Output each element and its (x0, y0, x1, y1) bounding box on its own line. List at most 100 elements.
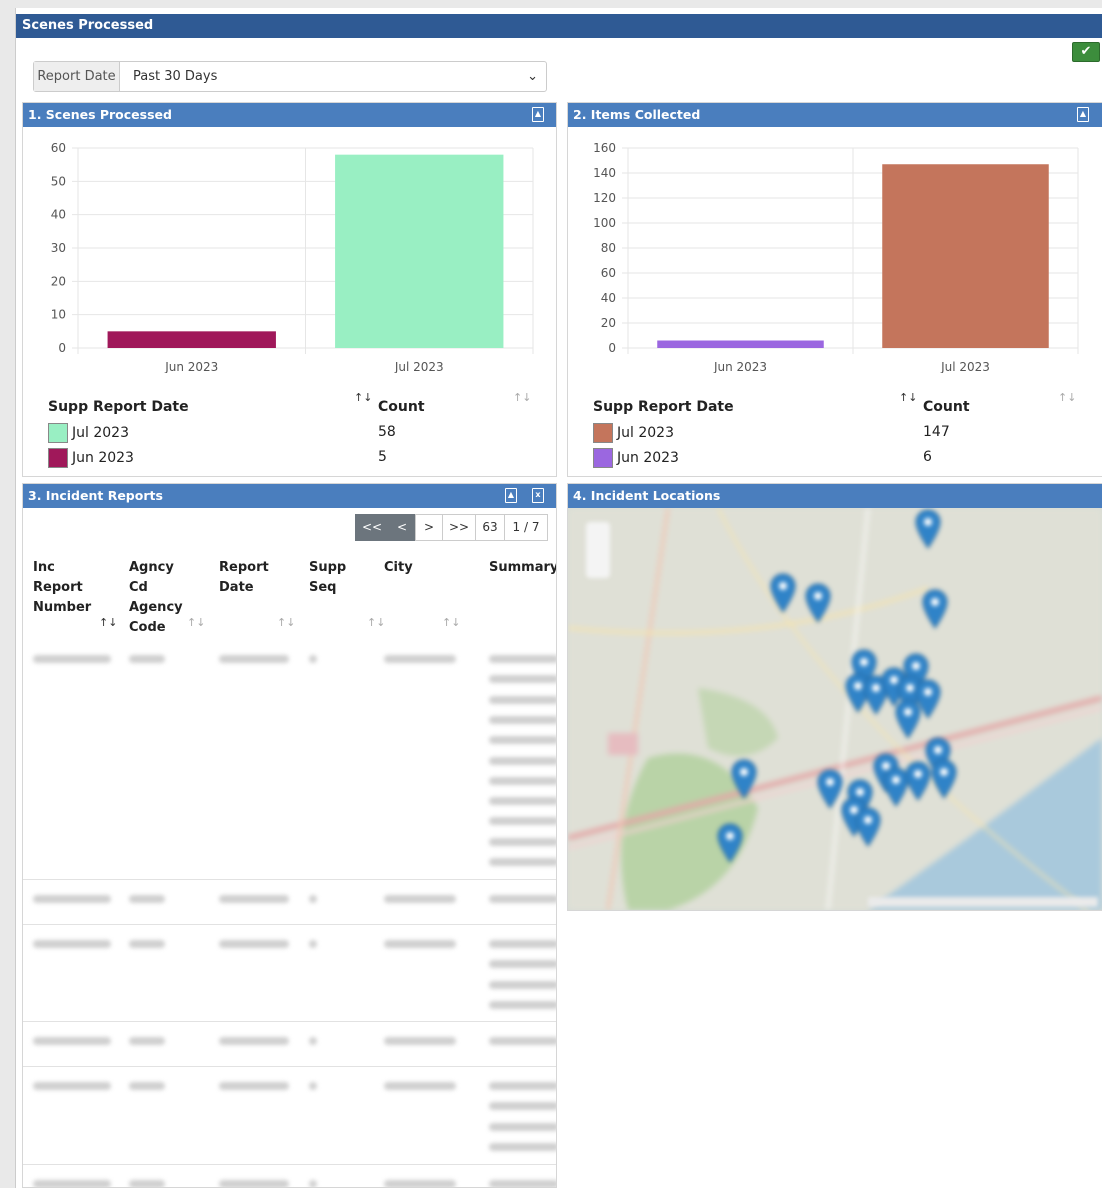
table-row[interactable] (23, 484, 556, 1187)
sort-icon[interactable]: ↑↓ (513, 391, 531, 404)
table-cell (309, 895, 317, 903)
sort-icon[interactable]: ↑↓ (187, 616, 205, 629)
bar-jul-2023[interactable] (882, 164, 1049, 348)
legend-count-header[interactable]: Count (923, 399, 970, 415)
table-cell (489, 980, 556, 989)
pdf-export-icon[interactable]: ▲ (1077, 107, 1089, 122)
incidents-panel-title: 3. Incident Reports (28, 488, 163, 503)
marker-dot (934, 746, 942, 754)
next-page-button[interactable]: > (415, 514, 443, 541)
table-cell (309, 940, 317, 948)
map-marker[interactable] (805, 583, 831, 623)
table-cell (33, 895, 111, 903)
scenes-panel: 1. Scenes Processed ▲ 0 10 20 30 40 50 60 Jun 2… (22, 102, 557, 477)
pagination: << < > >> 63 1 / 7 (355, 514, 548, 541)
report-date-filter[interactable]: Report Date Past 30 Days ⌄ (33, 61, 547, 92)
bar-jul-2023[interactable] (335, 154, 504, 348)
column-header[interactable]: Summary (489, 558, 556, 578)
table-cell (489, 1037, 556, 1045)
map-marker[interactable] (915, 509, 941, 549)
column-header[interactable]: City (384, 558, 413, 578)
y-tick-label: 120 (593, 191, 616, 205)
table-cell (489, 675, 556, 684)
legend-swatch (593, 423, 613, 443)
column-header[interactable]: Inc Report Number (33, 558, 91, 618)
items-panel-title: 2. Items Collected (573, 107, 701, 122)
confirm-button[interactable]: ✔ (1072, 42, 1100, 62)
report-date-select[interactable]: Past 30 Days ⌄ (120, 62, 546, 91)
sort-icon[interactable]: ↑↓ (1058, 391, 1076, 404)
marker-dot (890, 676, 898, 684)
report-date-value: Past 30 Days (133, 69, 218, 84)
record-count: 63 (475, 514, 505, 541)
table-cell (219, 1037, 289, 1045)
legend-row[interactable]: Jun 2023 5 (48, 448, 548, 470)
table-cell (489, 756, 556, 765)
first-page-button[interactable]: << (355, 514, 389, 541)
marker-dot (906, 684, 914, 692)
column-header[interactable]: Agncy Cd Agency Code (129, 558, 183, 638)
table-cell (489, 695, 556, 704)
y-tick-label: 30 (51, 241, 66, 255)
table-cell (489, 940, 556, 948)
map-marker[interactable] (931, 759, 957, 799)
marker-dot (854, 682, 862, 690)
items-panel-header: 2. Items Collected ▲ (568, 103, 1102, 127)
legend-count-header[interactable]: Count (378, 399, 425, 415)
table-cell (384, 895, 456, 903)
legend-count: 147 (923, 424, 950, 440)
table-cell (489, 1180, 556, 1187)
map-marker[interactable] (731, 759, 757, 799)
sort-icon[interactable]: ↑↓ (367, 616, 385, 629)
scenes-panel-header: 1. Scenes Processed ▲ (23, 103, 556, 127)
items-panel: 2. Items Collected ▲ 0 20 40 60 80 100 120 140 1… (567, 102, 1102, 477)
marker-dot (779, 582, 787, 590)
y-tick-label: 160 (593, 141, 616, 155)
pdf-export-icon[interactable]: ▲ (532, 107, 544, 122)
dashboard: Scenes Processed ✔ Report Date Past 30 D… (15, 8, 1102, 1188)
scenes-legend: Supp Report Date ↑↓ Count ↑↓ Jul 2023 58 J… (48, 367, 548, 477)
marker-dot (726, 832, 734, 840)
map-marker[interactable] (905, 761, 931, 801)
legend-date-header[interactable]: Supp Report Date (48, 399, 189, 415)
table-cell (309, 1082, 317, 1090)
table-cell (33, 1180, 111, 1187)
column-header[interactable]: Report Date (219, 558, 269, 598)
map-marker[interactable] (770, 573, 796, 613)
map-marker[interactable] (855, 807, 881, 847)
excel-export-icon[interactable]: x (532, 488, 544, 503)
table-cell (33, 1037, 111, 1045)
y-tick-label: 100 (593, 216, 616, 230)
row-divider (23, 1164, 556, 1165)
bar-jun-2023[interactable] (107, 331, 276, 348)
table-cell (33, 1082, 111, 1090)
legend-row[interactable]: Jul 2023 58 (48, 423, 548, 445)
sort-icon[interactable]: ↑↓ (442, 616, 460, 629)
legend-date-header[interactable]: Supp Report Date (593, 399, 734, 415)
sort-icon[interactable]: ↑↓ (277, 616, 295, 629)
map-marker[interactable] (817, 769, 843, 809)
marker-dot (914, 770, 922, 778)
marker-dot (814, 592, 822, 600)
sort-icon[interactable]: ↑↓ (99, 616, 117, 629)
column-header[interactable]: Supp Seq (309, 558, 346, 598)
last-page-button[interactable]: >> (442, 514, 476, 541)
legend-count: 6 (923, 449, 932, 465)
marker-dot (882, 762, 890, 770)
incidents-panel-header: 3. Incident Reports ▲ x (23, 484, 556, 508)
legend-swatch (593, 448, 613, 468)
map-marker[interactable] (883, 767, 909, 807)
sort-icon[interactable]: ↑↓ (899, 391, 917, 404)
legend-row[interactable]: Jul 2023 147 (593, 423, 1093, 445)
bar-jun-2023[interactable] (657, 340, 824, 349)
prev-page-button[interactable]: < (388, 514, 416, 541)
map-marker[interactable] (717, 823, 743, 863)
pdf-export-icon[interactable]: ▲ (505, 488, 517, 503)
sort-icon[interactable]: ↑↓ (354, 391, 372, 404)
map-marker[interactable] (922, 589, 948, 629)
legend-row[interactable]: Jun 2023 6 (593, 448, 1093, 470)
map-marker[interactable] (895, 699, 921, 739)
table-cell (33, 655, 111, 663)
table-cell (489, 1122, 556, 1131)
incident-map[interactable] (568, 508, 1102, 910)
